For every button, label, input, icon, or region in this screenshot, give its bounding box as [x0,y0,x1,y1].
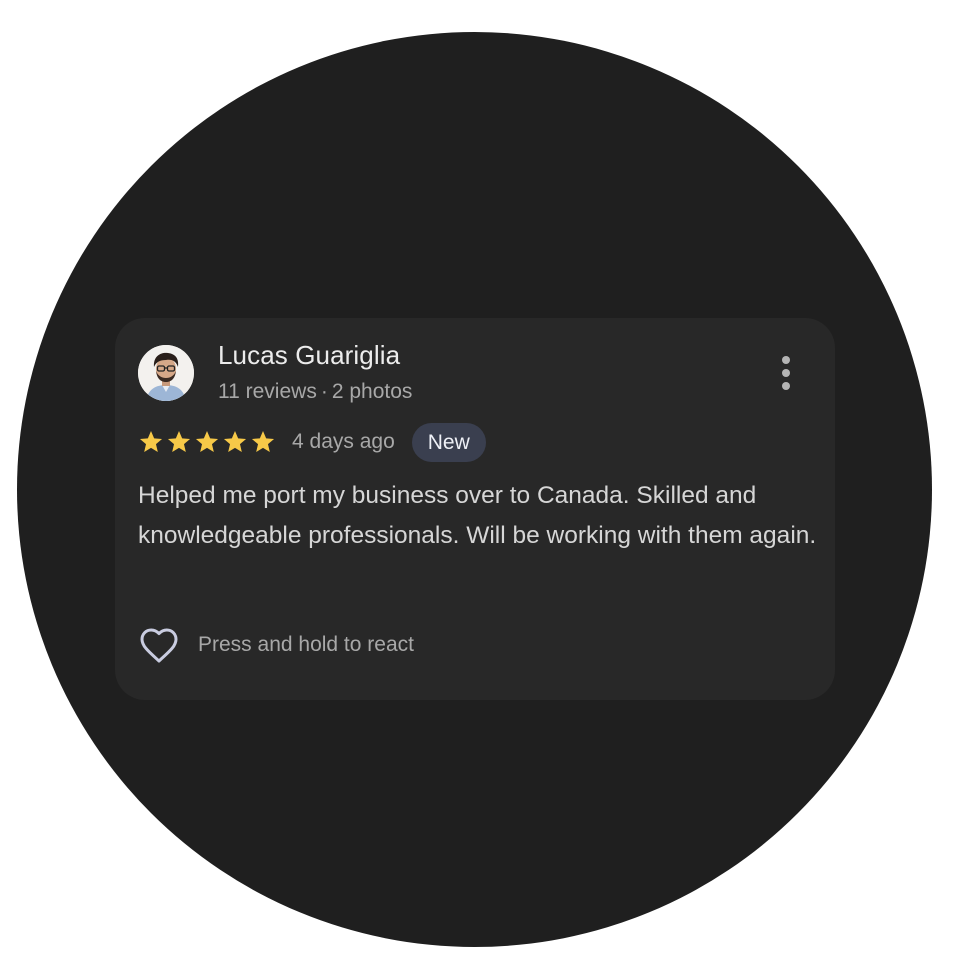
reviewer-meta[interactable]: 11 reviews · 2 photos [218,380,412,404]
review-time: 4 days ago [292,430,395,453]
photos-count: 2 photos [331,380,413,403]
more-options-button[interactable] [770,352,802,396]
new-badge: New [411,422,486,462]
star-filled-icon [139,430,163,452]
react-row[interactable]: Press and hold to react [138,623,414,667]
star-filled-icon [223,430,247,452]
star-rating [138,429,278,455]
star-filled-icon [251,430,275,452]
review-text: Helped me port my business over to Canad… [138,482,817,549]
heart-outline-icon[interactable] [138,625,180,665]
star-filled-icon [195,430,219,452]
reviews-count: 11 reviews [218,380,317,403]
rating-row: 4 days ago New [138,422,486,462]
review-card: Lucas Guariglia 11 reviews · 2 photos 4 da… [115,318,835,700]
reviewer-name[interactable]: Lucas Guariglia [218,340,400,371]
meta-separator: · [320,380,328,403]
react-label: Press and hold to react [198,633,414,656]
star-filled-icon [167,430,191,452]
avatar[interactable] [138,345,194,401]
